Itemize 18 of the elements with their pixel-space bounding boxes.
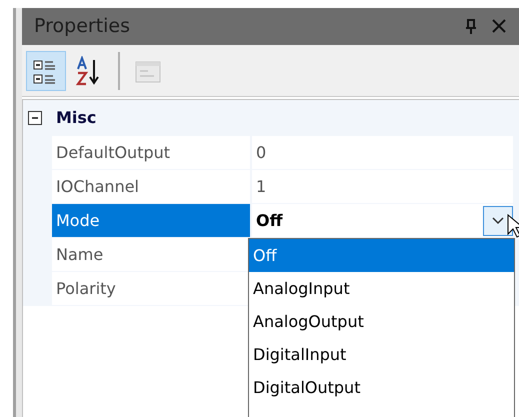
category-label: Misc — [56, 107, 96, 129]
chevron-down-icon[interactable] — [491, 216, 505, 226]
pin-icon[interactable] — [463, 18, 479, 35]
property-name[interactable]: IOChannel — [52, 170, 250, 204]
property-value: 1 — [255, 176, 266, 198]
property-value: 0 — [255, 142, 266, 164]
dropdown-option[interactable]: Off — [249, 239, 514, 272]
dropdown-option[interactable]: AnalogInput — [249, 272, 514, 305]
dropdown-option[interactable]: DigitalOutput — [249, 371, 514, 404]
dropdown-option[interactable]: DigitalInput — [249, 338, 514, 371]
property-value: Off — [255, 210, 283, 232]
dropdown-option[interactable]: AnalogOutput — [249, 305, 514, 338]
property-name[interactable]: Mode — [52, 204, 250, 238]
close-icon[interactable] — [491, 18, 507, 35]
property-name[interactable]: DefaultOutput — [52, 136, 250, 170]
property-name[interactable]: Polarity — [52, 272, 250, 306]
property-name[interactable]: Name — [52, 238, 250, 272]
panel-title: Properties — [34, 14, 132, 40]
